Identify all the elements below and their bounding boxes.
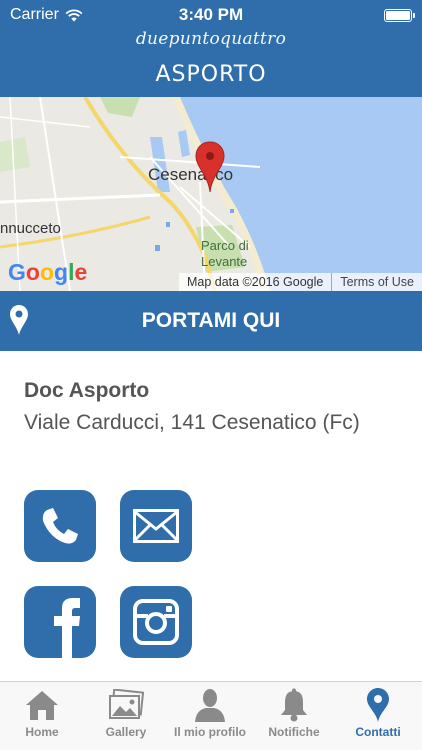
tab-bar: Home Gallery Il mio profilo Notifiche Co…	[0, 681, 422, 750]
tab-notifications[interactable]: Notifiche	[252, 682, 336, 750]
mail-icon	[133, 509, 179, 543]
business-name: Doc Asporto	[24, 379, 150, 402]
map-view[interactable]: Cesenatico nnucceto Parco di Levante Goo…	[0, 97, 422, 291]
navigate-button[interactable]: PORTAMI QUI	[0, 291, 422, 351]
profile-icon	[195, 689, 225, 722]
gallery-icon	[109, 689, 144, 719]
home-icon	[26, 691, 58, 720]
instagram-icon	[133, 599, 179, 645]
tab-label: Home	[25, 725, 59, 739]
location-pin-icon	[367, 688, 389, 722]
phone-button[interactable]	[24, 490, 96, 562]
tab-profile[interactable]: Il mio profilo	[168, 682, 252, 750]
map-park-label-2: Levante	[201, 254, 248, 269]
map-park-label: Parco di	[201, 238, 249, 253]
business-address: Viale Carducci, 141 Cesenatico (Fc)	[24, 411, 360, 434]
phone-icon	[42, 508, 78, 544]
email-button[interactable]	[120, 490, 192, 562]
navigate-label: PORTAMI QUI	[141, 309, 281, 332]
battery-icon	[384, 9, 415, 22]
tab-home[interactable]: Home	[0, 682, 84, 750]
tab-contacts[interactable]: Contatti	[336, 682, 420, 750]
page-title: ASPORTO	[155, 62, 267, 87]
tab-gallery[interactable]: Gallery	[84, 682, 168, 750]
terms-of-use-link[interactable]: Terms of Use	[331, 273, 422, 291]
map-attribution: Map data ©2016 Google	[186, 275, 324, 289]
map-attribution-bar: Map data ©2016 Google Terms of Use	[178, 273, 422, 291]
tab-label: Notifiche	[268, 725, 320, 739]
app-header: Carrier 3:40 PM duepuntoquattro ASPORTO	[0, 0, 422, 97]
tab-label: Il mio profilo	[174, 725, 246, 739]
facebook-button[interactable]	[24, 586, 96, 658]
instagram-button[interactable]	[120, 586, 192, 658]
tab-label: Contatti	[355, 725, 401, 739]
status-time: 3:40 PM	[178, 5, 244, 24]
status-bar: Carrier 3:40 PM	[0, 0, 422, 30]
map-place-label: nnucceto	[0, 220, 61, 237]
bell-icon	[281, 688, 307, 722]
facebook-icon	[54, 598, 80, 658]
brand-logo: duepuntoquattro	[135, 29, 287, 49]
location-marker-icon[interactable]	[195, 141, 225, 193]
google-logo: Google	[8, 259, 88, 285]
tab-label: Gallery	[105, 725, 147, 739]
